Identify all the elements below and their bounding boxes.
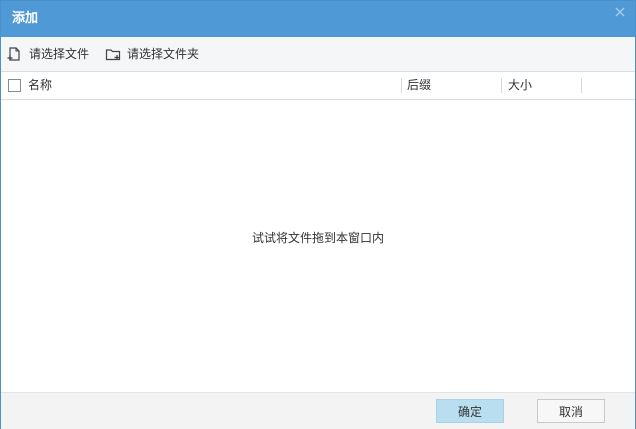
column-size-header[interactable]: 大小 bbox=[508, 72, 532, 99]
file-table-header: 名称 后缀 大小 bbox=[1, 72, 635, 100]
column-divider[interactable] bbox=[401, 78, 402, 93]
folder-add-icon bbox=[105, 46, 121, 62]
select-folder-label: 请选择文件夹 bbox=[127, 47, 200, 61]
select-file-label: 请选择文件 bbox=[29, 47, 90, 61]
close-icon[interactable] bbox=[613, 5, 627, 19]
dialog-title: 添加 bbox=[12, 11, 39, 26]
select-file-button[interactable]: 请选择文件 bbox=[7, 45, 89, 63]
cancel-button[interactable]: 取消 bbox=[537, 399, 605, 423]
add-dialog: 添加 请选择文件 请选择文件夹 名称 后缀 大小 试试将文件拖到本窗口内 确定 … bbox=[0, 0, 636, 429]
select-all-checkbox[interactable] bbox=[8, 79, 21, 92]
select-folder-button[interactable]: 请选择文件夹 bbox=[105, 45, 199, 63]
ok-button[interactable]: 确定 bbox=[436, 399, 504, 423]
column-name-header[interactable]: 名称 bbox=[28, 72, 52, 99]
dialog-footer: 确定 取消 bbox=[1, 392, 635, 429]
drop-hint-text: 试试将文件拖到本窗口内 bbox=[251, 231, 384, 245]
toolbar: 请选择文件 请选择文件夹 bbox=[1, 37, 635, 72]
file-add-icon bbox=[7, 46, 23, 62]
title-bar: 添加 bbox=[1, 1, 635, 37]
column-divider[interactable] bbox=[581, 78, 582, 93]
file-drop-area[interactable]: 试试将文件拖到本窗口内 bbox=[1, 100, 635, 392]
column-suffix-header[interactable]: 后缀 bbox=[407, 72, 431, 99]
column-divider[interactable] bbox=[501, 78, 502, 93]
